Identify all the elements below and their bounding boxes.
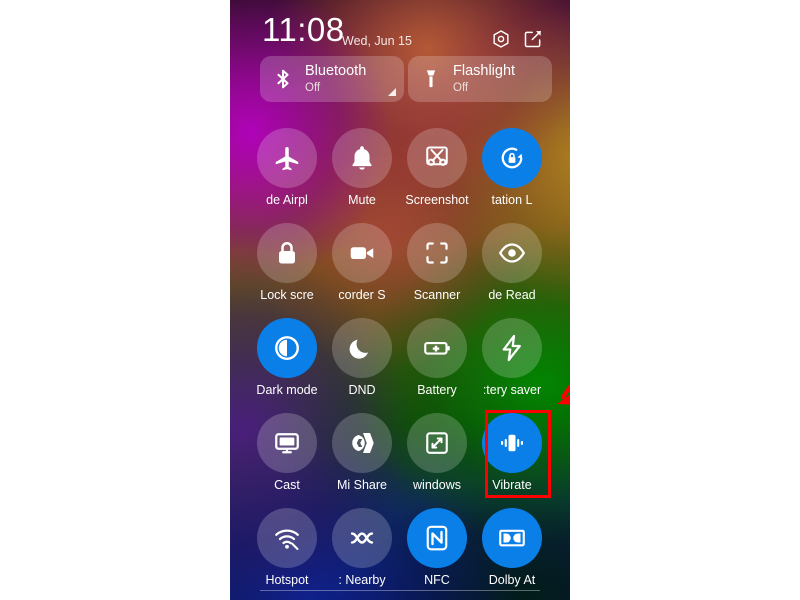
flashlight-icon xyxy=(426,70,436,88)
toggle-mute[interactable]: Mute xyxy=(332,128,392,207)
edit-square-icon[interactable] xyxy=(523,29,543,49)
toggle-screenshot[interactable]: Screenshot xyxy=(405,128,469,207)
hotspot-icon xyxy=(275,529,299,550)
battery-plus-icon xyxy=(424,341,450,355)
toggle-cast-to-windows[interactable]: windows xyxy=(407,413,467,492)
toggle-label: tation L xyxy=(491,193,533,207)
toggle-circle xyxy=(407,413,467,473)
nfc-icon xyxy=(426,525,448,551)
status-header: 11:08 Wed, Jun 15 xyxy=(230,0,570,58)
clock-date: Wed, Jun 15 xyxy=(342,34,412,48)
toggle-label: de Read xyxy=(488,288,536,302)
toggle-circle xyxy=(407,508,467,568)
toggle-circle xyxy=(407,128,467,188)
vibrate-icon xyxy=(501,434,523,452)
toggle-rotation-lock[interactable]: tation L xyxy=(482,128,542,207)
toggle-nearby[interactable]: : Nearby xyxy=(332,508,392,587)
bluetooth-expand-indicator[interactable] xyxy=(388,88,396,96)
toggle-row: de Airpl Mute Screenshot tation L xyxy=(230,120,570,215)
bell-icon xyxy=(352,146,372,170)
toggle-circle xyxy=(257,508,317,568)
contrast-circle-icon xyxy=(275,336,299,360)
toggle-circle xyxy=(332,413,392,473)
diagonal-arrows-square-icon xyxy=(426,432,448,454)
toggle-screen-recorder[interactable]: corder S xyxy=(332,223,392,302)
bluetooth-tile-state: Off xyxy=(305,82,321,94)
toggle-dnd[interactable]: DND xyxy=(332,318,392,397)
quick-settings-panel: 11:08 Wed, Jun 15 Bluetooth Off Flashlig… xyxy=(230,0,570,600)
phone-screen: 11:08 Wed, Jun 15 Bluetooth Off Flashlig… xyxy=(230,0,570,600)
bluetooth-tile-title: Bluetooth xyxy=(305,63,367,79)
mi-share-icon xyxy=(352,433,374,453)
toggle-circle xyxy=(482,318,542,378)
flashlight-tile-title: Flashlight xyxy=(453,63,516,79)
clock-time: 11:08 xyxy=(262,11,345,48)
toggle-circle xyxy=(482,508,542,568)
toggle-airplane-mode[interactable]: de Airpl xyxy=(257,128,317,207)
panel-handle-divider xyxy=(260,590,540,591)
toggle-circle xyxy=(407,318,467,378)
eye-icon xyxy=(498,243,526,263)
toggle-circle xyxy=(257,223,317,283)
lightning-bolt-icon xyxy=(502,334,521,362)
toggle-circle xyxy=(332,223,392,283)
video-camera-icon xyxy=(350,247,374,259)
toggle-row: Cast Mi Share windows Vibrate xyxy=(230,405,570,500)
toggle-battery[interactable]: Battery xyxy=(407,318,467,397)
bluetooth-icon xyxy=(277,69,289,89)
toggle-circle xyxy=(482,223,542,283)
toggle-circle xyxy=(332,508,392,568)
toggle-scanner[interactable]: Scanner xyxy=(407,223,467,302)
toggle-nfc[interactable]: NFC xyxy=(407,508,467,587)
toggle-row: Dark mode DND Battery:tery saver xyxy=(230,310,570,405)
cast-monitor-icon xyxy=(275,433,299,454)
toggle-circle xyxy=(332,318,392,378)
toggle-cast[interactable]: Cast xyxy=(257,413,317,492)
toggle-circle xyxy=(332,128,392,188)
bluetooth-tile[interactable]: Bluetooth Off xyxy=(260,56,404,102)
rotation-lock-icon xyxy=(501,147,523,169)
padlock-icon xyxy=(279,242,295,264)
toggle-lock-screen[interactable]: Lock scre xyxy=(257,223,317,302)
toggle-circle xyxy=(257,413,317,473)
nearby-share-icon xyxy=(350,532,374,544)
hexagon-gear-icon[interactable] xyxy=(491,29,511,49)
toggle-hotspot[interactable]: Hotspot xyxy=(257,508,317,587)
toggle-dark-mode[interactable]: Dark mode xyxy=(256,318,318,397)
toggle-circle xyxy=(407,223,467,283)
toggle-reading-mode[interactable]: de Read xyxy=(482,223,542,302)
toggle-row: Lock scre corder S Scanner de Read xyxy=(230,215,570,310)
toggle-row: Hotspot : Nearby NFC Dolby At xyxy=(230,500,570,595)
screenshot-canvas: 11:08 Wed, Jun 15 Bluetooth Off Flashlig… xyxy=(0,0,800,600)
toggle-circle xyxy=(257,128,317,188)
crescent-moon-icon xyxy=(349,339,368,359)
toggle-vibrate[interactable]: Vibrate xyxy=(482,413,542,492)
airplane-icon xyxy=(275,147,299,171)
toggle-mi-share[interactable]: Mi Share xyxy=(332,413,392,492)
toggle-circle xyxy=(257,318,317,378)
toggle-label: :tery saver xyxy=(482,383,542,397)
toggle-label: Dolby At xyxy=(488,573,536,587)
dolby-icon xyxy=(499,529,525,547)
scissors-crop-icon xyxy=(426,146,448,166)
quick-toggle-grid: de Airpl Mute Screenshot tation L Lock s… xyxy=(230,120,570,595)
flashlight-tile[interactable]: Flashlight Off xyxy=(408,56,552,102)
toggle-label: Vibrate xyxy=(492,478,532,492)
toggle-circle xyxy=(482,128,542,188)
flashlight-tile-state: Off xyxy=(453,82,469,94)
toggle-circle xyxy=(482,413,542,473)
scan-frame-icon xyxy=(426,242,448,264)
toggle-dolby-atmos[interactable]: Dolby At xyxy=(482,508,542,587)
toggle-battery-saver[interactable]: :tery saver xyxy=(482,318,542,397)
